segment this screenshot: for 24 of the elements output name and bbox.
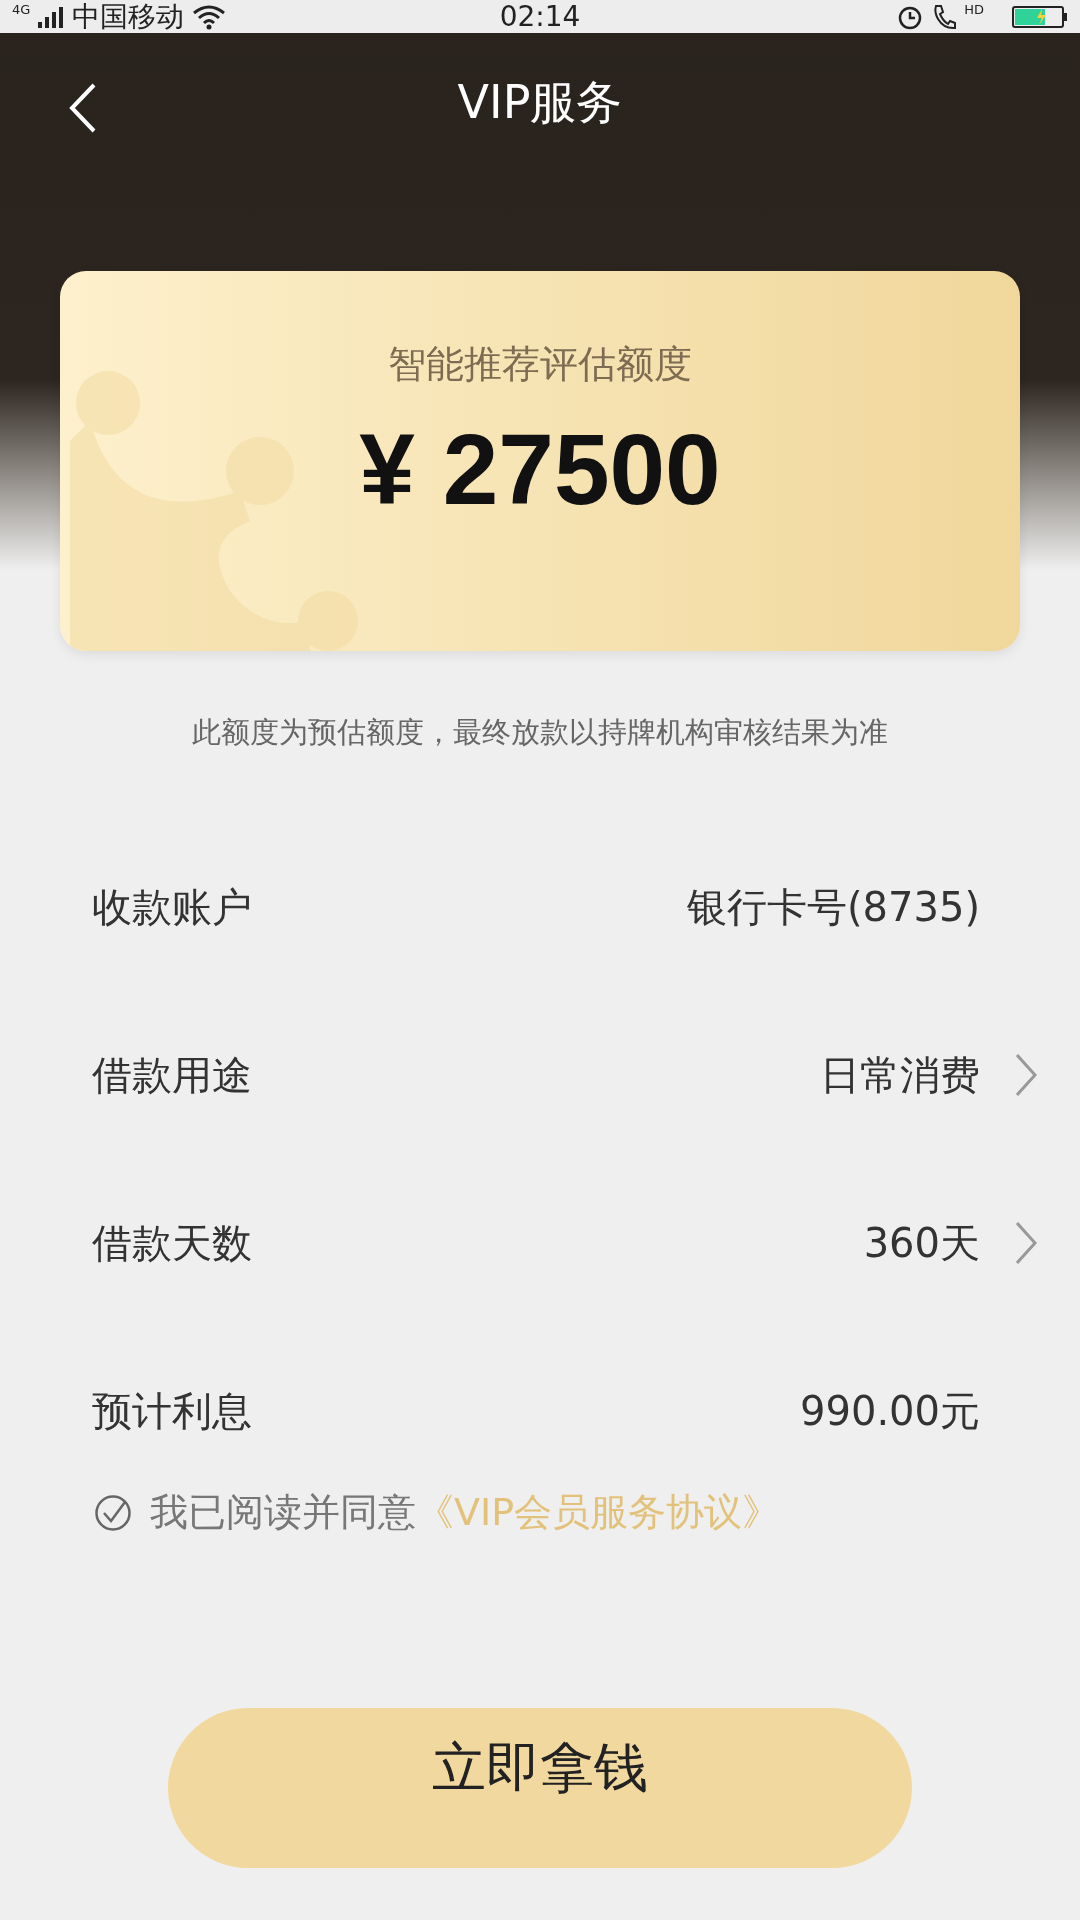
agreement-text: 我已阅读并同意 bbox=[150, 1489, 416, 1536]
row-label: 借款天数 bbox=[92, 1218, 253, 1268]
network-type: 4G bbox=[12, 2, 31, 17]
phone-icon bbox=[932, 2, 957, 31]
signal-icon bbox=[38, 5, 65, 28]
row-value[interactable]: 日常消费 bbox=[820, 1047, 980, 1103]
disclaimer-text: 此额度为预估额度，最终放款以持牌机构审核结果为准 bbox=[192, 714, 888, 751]
page-title: VIP服务 bbox=[457, 74, 623, 131]
carrier-name: 中国移动 bbox=[72, 0, 185, 33]
row-value[interactable]: 360天 bbox=[863, 1215, 980, 1271]
row-label: 预计利息 bbox=[92, 1386, 253, 1436]
clock-time: 02:14 bbox=[499, 0, 581, 33]
checkbox-icon[interactable] bbox=[94, 1493, 132, 1532]
wifi-icon bbox=[192, 3, 227, 30]
call-quality: HD bbox=[964, 2, 984, 17]
row-value: 990.00元 bbox=[800, 1386, 980, 1436]
credit-amount: ¥ 27500 bbox=[359, 412, 721, 527]
row-value: 银行卡号(8735) bbox=[687, 882, 980, 932]
battery-icon bbox=[1012, 4, 1068, 29]
row-label: 收款账户 bbox=[92, 882, 253, 932]
back-icon[interactable] bbox=[68, 83, 98, 133]
row-label: 借款用途 bbox=[92, 1050, 253, 1100]
card-label: 智能推荐评估额度 bbox=[388, 341, 692, 388]
submit-button[interactable]: 立即拿钱 bbox=[168, 1708, 912, 1868]
